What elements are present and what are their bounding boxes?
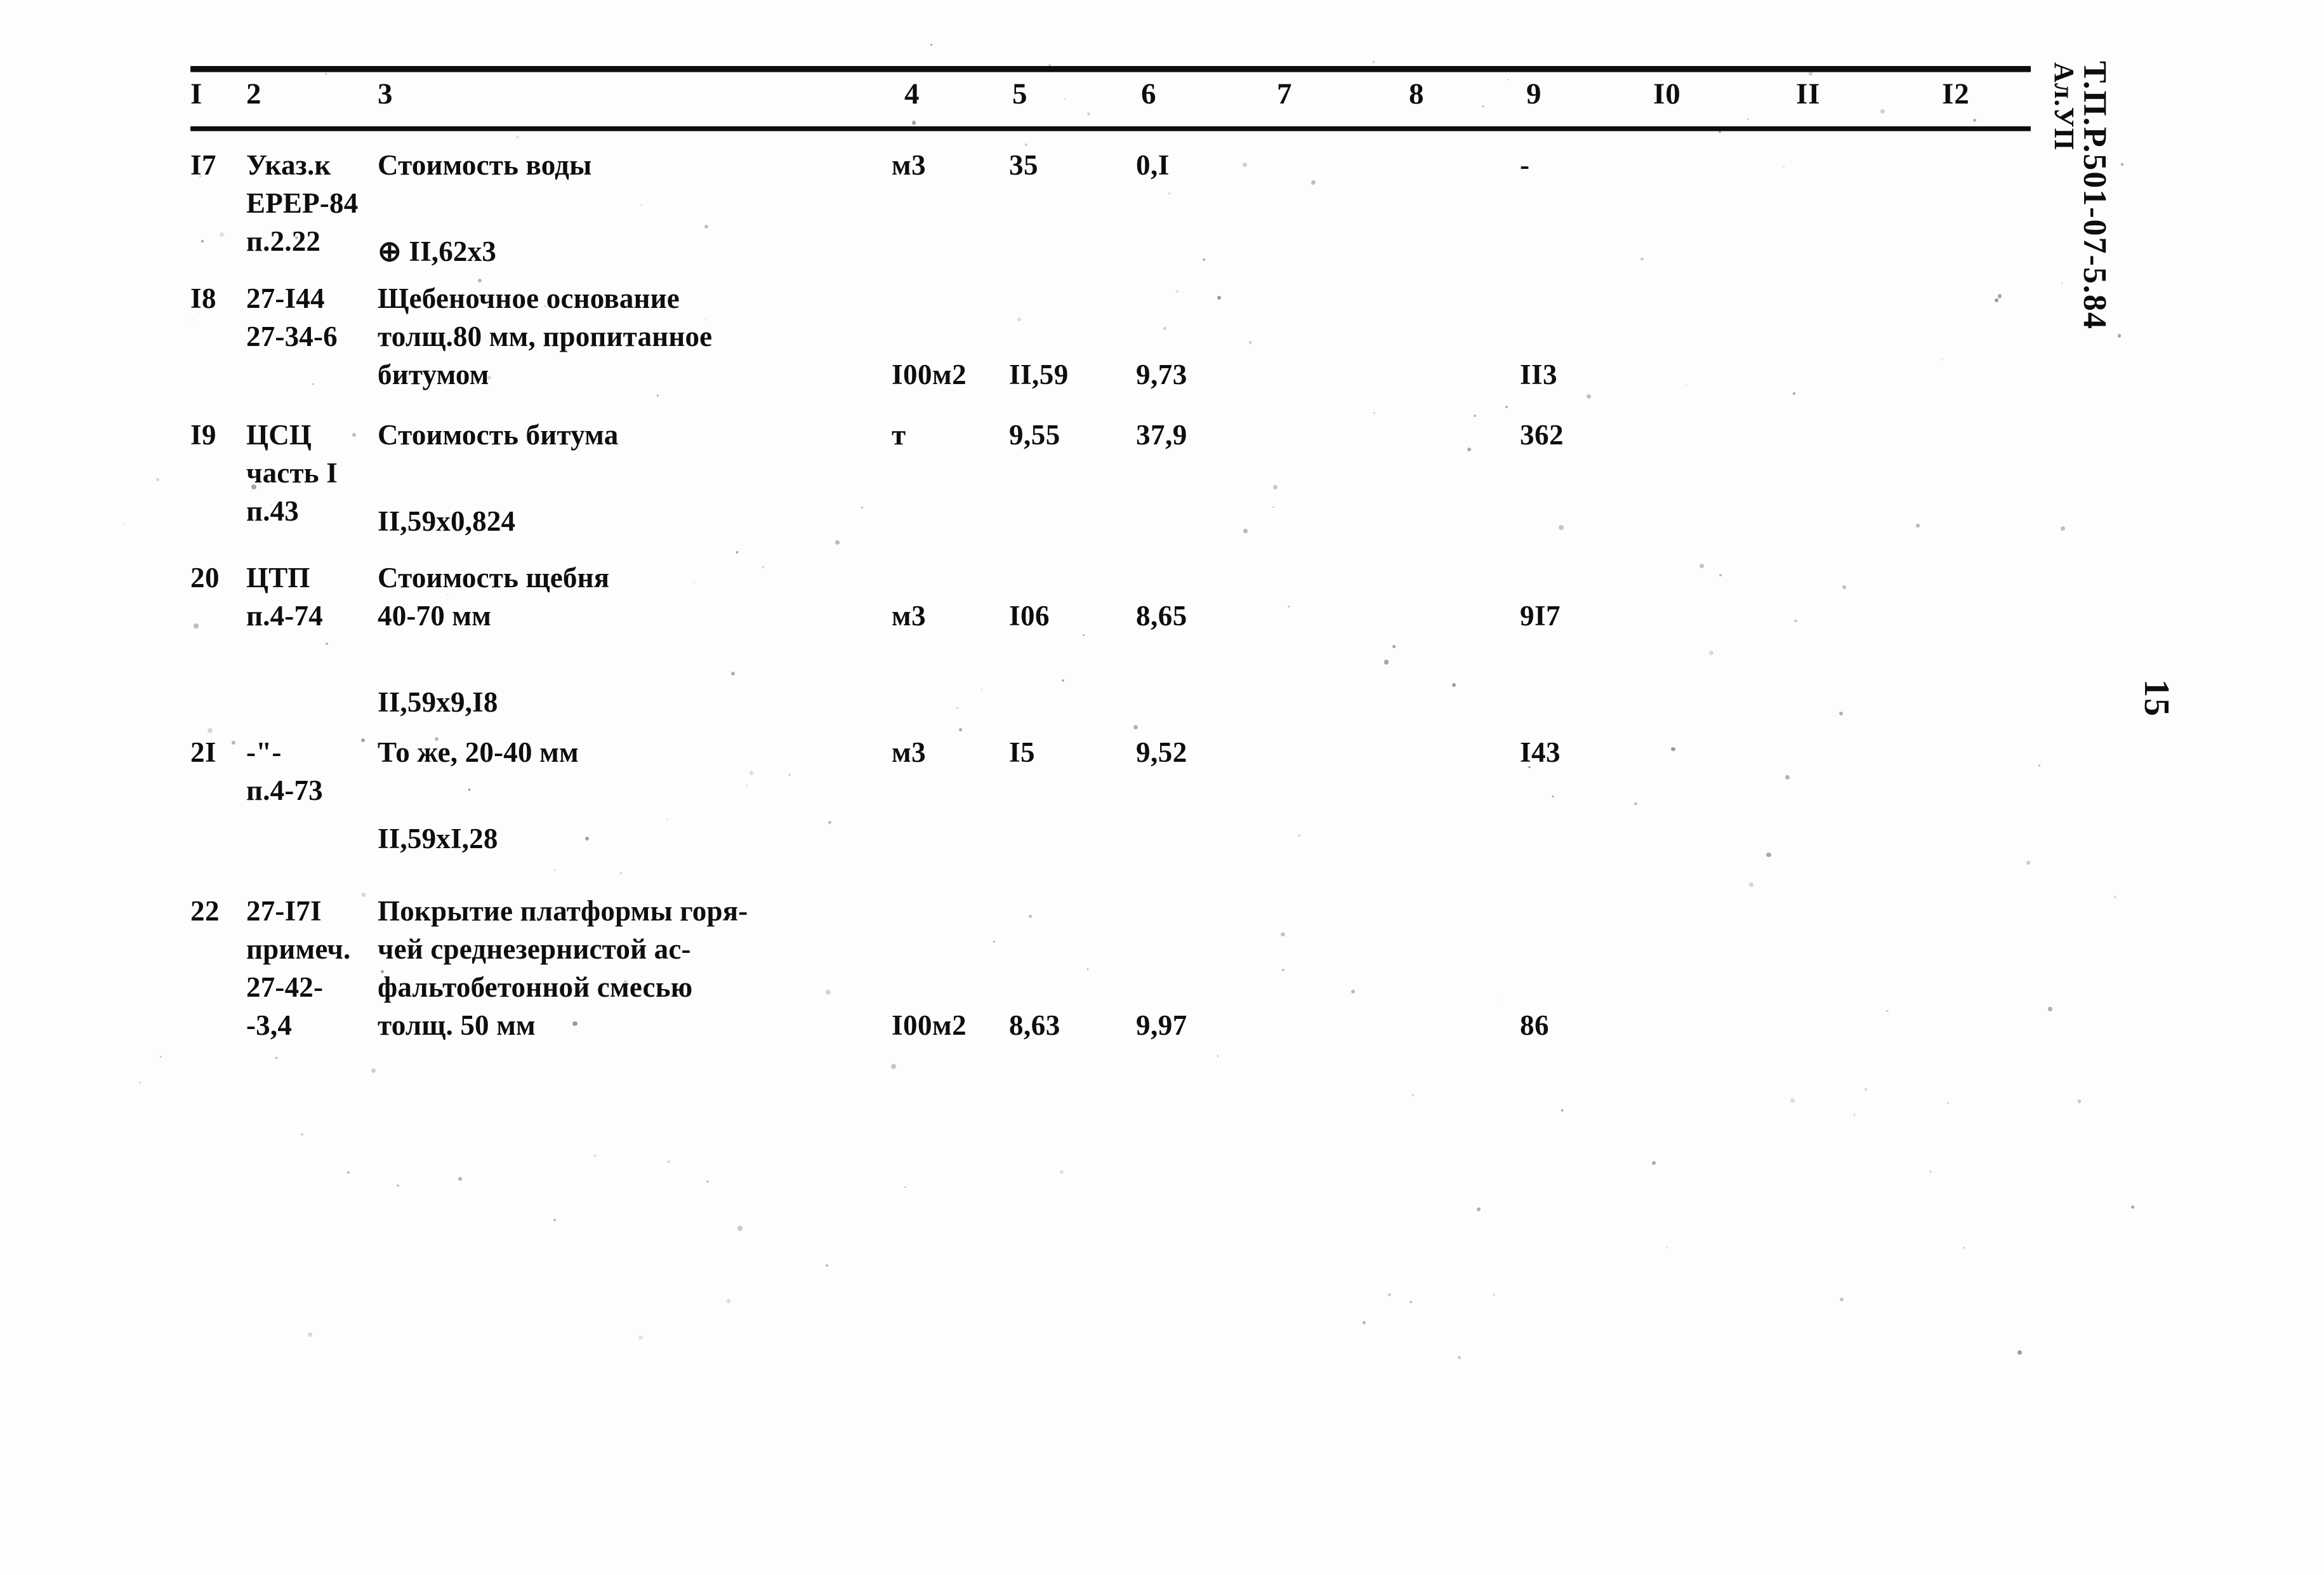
row-code-line: 27-I44 — [246, 282, 325, 314]
row-col5-value: II,59 — [1009, 359, 1069, 390]
row-item-number: I7 — [190, 149, 217, 181]
row-calculation: II,59хI,28 — [378, 823, 498, 854]
row-code-line: ЦТП — [246, 562, 310, 594]
row-code-line: примеч. — [246, 933, 351, 965]
column-header-1: I — [190, 77, 203, 110]
row-item-number: 2I — [190, 736, 217, 768]
row-description-line: 40-70 мм — [378, 600, 492, 632]
row-unit: т — [892, 419, 906, 451]
row-description-line: толщ. 50 мм — [378, 1009, 536, 1041]
column-header-2: 2 — [246, 77, 262, 110]
row-code-line: п.43 — [246, 495, 299, 527]
row-col9-value: II3 — [1520, 359, 1558, 390]
row-calculation: II,59х0,824 — [378, 505, 516, 537]
estimate-table: I 2 3 4 5 6 7 8 9 I0 II I2 I7 Указ.к ЕРЕР-84 п.2.22 Сто… — [190, 66, 2031, 1130]
document-code-stamp: Т.П.Р.501-07-5.84 — [2076, 61, 2113, 330]
row-code-line: 27-I7I — [246, 895, 322, 927]
row-code-line: ЕРЕР-84 — [246, 187, 359, 219]
page-number: 15 — [2137, 679, 2176, 717]
column-header-12: I2 — [1942, 77, 1970, 110]
row-code-line: часть I — [246, 457, 338, 489]
column-header-6: 6 — [1141, 77, 1157, 110]
row-col6-value: 9,52 — [1136, 736, 1187, 768]
row-description-line: То же, 20-40 мм — [378, 736, 579, 768]
column-header-7: 7 — [1277, 77, 1293, 110]
row-item-number: 20 — [190, 562, 220, 594]
row-description-line: толщ.80 мм, пропитанное — [378, 321, 713, 352]
row-col9-value: 362 — [1520, 419, 1564, 451]
row-col5-value: 9,55 — [1009, 419, 1060, 451]
row-code-line: п.4-74 — [246, 600, 323, 632]
table-body: I7 Указ.к ЕРЕР-84 п.2.22 Стоимость воды ⊕ II,… — [190, 140, 2031, 1130]
column-header-11: II — [1796, 77, 1821, 110]
row-code-line: п.4-73 — [246, 774, 323, 806]
row-description-line: фальтобетонной смесью — [378, 971, 693, 1003]
row-code-line: Указ.к — [246, 149, 331, 181]
row-col6-value: 8,65 — [1136, 600, 1187, 632]
row-description-line: Стоимость битума — [378, 419, 619, 451]
column-header-9: 9 — [1526, 77, 1542, 110]
row-col6-value: 9,73 — [1136, 359, 1187, 390]
row-unit: м3 — [892, 600, 927, 632]
row-item-number: I8 — [190, 282, 217, 314]
row-col5-value: 35 — [1009, 149, 1038, 181]
row-unit: м3 — [892, 736, 927, 768]
row-calculation: II,59х9,I8 — [378, 686, 498, 718]
column-header-8: 8 — [1409, 77, 1425, 110]
row-description-line: Стоимость воды — [378, 149, 592, 181]
row-description-line: Щебеночное основание — [378, 282, 680, 314]
scanned-page: I 2 3 4 5 6 7 8 9 I0 II I2 I7 Указ.к ЕРЕР-84 п.2.22 Сто… — [0, 0, 2324, 1575]
row-unit: I00м2 — [892, 359, 967, 390]
table-top-rule — [190, 66, 2031, 72]
row-col9-value: 9I7 — [1520, 600, 1561, 632]
row-code-line: ЦСЦ — [246, 419, 312, 451]
row-col6-value: 9,97 — [1136, 1009, 1187, 1041]
row-code-line: 27-34-6 — [246, 321, 338, 352]
row-item-number: 22 — [190, 895, 220, 927]
column-header-3: 3 — [378, 77, 393, 110]
row-col6-value: 0,I — [1136, 149, 1170, 181]
row-description-line: Стоимость щебня — [378, 562, 610, 594]
row-unit: I00м2 — [892, 1009, 967, 1041]
column-header-10: I0 — [1653, 77, 1681, 110]
column-header-5: 5 — [1012, 77, 1028, 110]
row-calculation: ⊕ II,62х3 — [378, 236, 497, 267]
row-col5-value: I5 — [1009, 736, 1036, 768]
row-col5-value: I06 — [1009, 600, 1050, 632]
row-col6-value: 37,9 — [1136, 419, 1187, 451]
row-description-line: Покрытие платформы горя- — [378, 895, 748, 927]
album-code-stamp: Ал.УП — [2049, 62, 2080, 150]
row-col9-value: 86 — [1520, 1009, 1549, 1041]
row-description-line: битумом — [378, 359, 489, 390]
row-unit: м3 — [892, 149, 927, 181]
row-code-line: п.2.22 — [246, 225, 321, 257]
row-col9-value: I43 — [1520, 736, 1561, 768]
row-code-line: -"- — [246, 736, 282, 768]
table-header-rule — [190, 126, 2031, 131]
row-col5-value: 8,63 — [1009, 1009, 1060, 1041]
column-header-row: I 2 3 4 5 6 7 8 9 I0 II I2 — [190, 72, 2031, 126]
column-header-4: 4 — [904, 77, 920, 110]
row-description-line: чей среднезернистой ас- — [378, 933, 691, 965]
row-code-line: -3,4 — [246, 1009, 293, 1041]
row-code-line: 27-42- — [246, 971, 324, 1003]
row-item-number: I9 — [190, 419, 217, 451]
row-col9-value: - — [1520, 149, 1530, 181]
